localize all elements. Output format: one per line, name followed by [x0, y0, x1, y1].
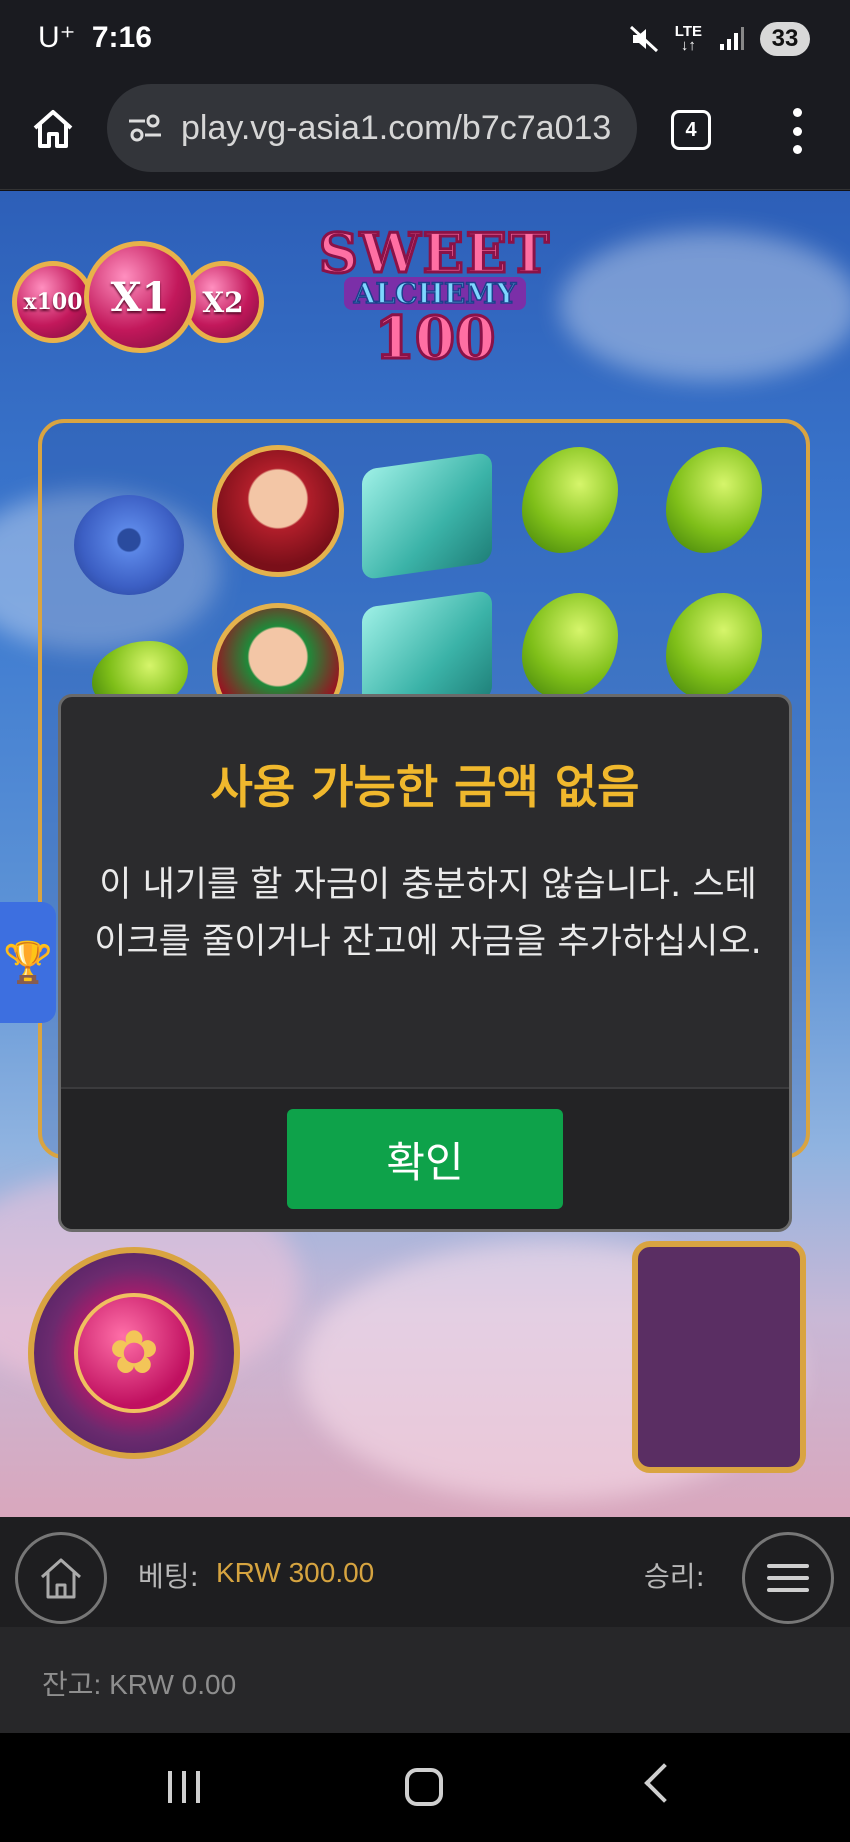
- back-button[interactable]: [644, 1763, 684, 1803]
- mute-icon: [629, 25, 658, 53]
- battery-icon: 33: [760, 22, 810, 56]
- browser-menu-icon[interactable]: [782, 108, 812, 154]
- insufficient-funds-dialog: 사용 가능한 금액 없음 이 내기를 할 자금이 충분하지 않습니다. 스테이크…: [58, 694, 792, 1232]
- dialog-title: 사용 가능한 금액 없음: [210, 760, 640, 814]
- game-bottom-bar: 베팅: KRW 300.00 승리:: [0, 1517, 850, 1627]
- site-settings-icon[interactable]: [125, 108, 165, 148]
- home-icon: [40, 1558, 82, 1599]
- game-home-button[interactable]: [15, 1532, 107, 1624]
- game-menu-button[interactable]: [742, 1532, 834, 1624]
- url-text: play.vg-asia1.com/b7c7a013: [181, 108, 612, 147]
- carrier-label: U⁺: [38, 21, 76, 54]
- win-label: 승리:: [644, 1560, 705, 1593]
- system-home-button[interactable]: [405, 1768, 443, 1806]
- ok-button[interactable]: 확인: [287, 1109, 563, 1209]
- status-icons: LTE ↓↑ 33: [629, 22, 810, 56]
- lte-icon: LTE ↓↑: [674, 23, 702, 54]
- status-left: U⁺ 7:16: [38, 20, 152, 55]
- balance-text: 잔고: KRW 0.00: [42, 1669, 237, 1700]
- bet-value[interactable]: KRW 300.00: [216, 1557, 374, 1589]
- system-nav-bar: [0, 1733, 850, 1842]
- clock: 7:16: [91, 21, 152, 54]
- dialog-message: 이 내기를 할 자금이 충분하지 않습니다. 스테이크를 줄이거나 잔고에 자금…: [94, 865, 762, 962]
- game-canvas[interactable]: x100 X2 X1 SWEET ALCHEMY 100 🏆 ✿ 사용 가능한 …: [0, 191, 850, 1517]
- signal-icon: [720, 27, 744, 50]
- browser-toolbar: play.vg-asia1.com/b7c7a013 4: [0, 82, 850, 190]
- dialog-footer: 확인: [61, 1087, 789, 1229]
- tab-switcher-button[interactable]: 4: [671, 110, 711, 150]
- recents-button[interactable]: [168, 1771, 200, 1803]
- status-bar: U⁺ 7:16 LTE ↓↑ 33: [0, 0, 850, 82]
- address-bar[interactable]: play.vg-asia1.com/b7c7a013: [107, 84, 637, 172]
- home-icon[interactable]: [30, 106, 76, 152]
- bet-label: 베팅:: [138, 1560, 199, 1593]
- balance-bar: 잔고: KRW 0.00: [0, 1627, 850, 1733]
